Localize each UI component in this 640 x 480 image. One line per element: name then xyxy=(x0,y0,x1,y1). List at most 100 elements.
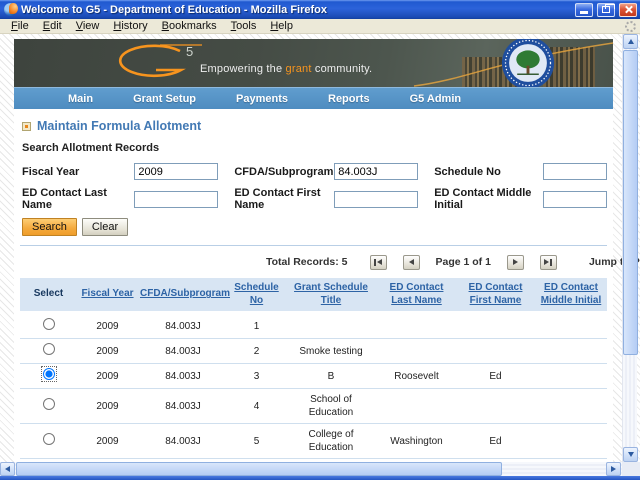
cell-cfda: 84.003J xyxy=(138,389,228,424)
ed-contact-last-name-input[interactable] xyxy=(134,191,218,208)
cell-first-name xyxy=(456,339,535,364)
page-title-bullet-icon xyxy=(22,122,31,131)
cell-schedule-no: 4 xyxy=(228,389,285,424)
next-page-icon xyxy=(513,259,518,265)
schedule-no-input[interactable] xyxy=(543,163,607,180)
menu-help[interactable]: Help xyxy=(263,20,300,32)
ed-contact-first-name-label: ED Contact First Name xyxy=(234,187,334,211)
allotment-results-table: Select Fiscal Year CFDA/Subprogram Sched… xyxy=(20,278,607,459)
prev-page-button[interactable] xyxy=(403,255,420,270)
ed-contact-middle-initial-input[interactable] xyxy=(543,191,607,208)
cell-fiscal-year: 2009 xyxy=(77,313,138,339)
cell-cfda: 84.003J xyxy=(138,424,228,459)
tagline-highlight: grant xyxy=(286,63,312,75)
cell-first-name xyxy=(456,389,535,424)
department-of-education-seal-icon xyxy=(501,39,555,87)
next-page-button[interactable] xyxy=(507,255,524,270)
table-row: 2009 84.003J 5 College of Education Wash… xyxy=(20,424,607,459)
first-page-icon xyxy=(374,259,376,266)
column-header-ed-contact-first-name[interactable]: ED Contact First Name xyxy=(469,282,523,306)
scroll-left-icon xyxy=(5,466,10,472)
vertical-scrollbar[interactable] xyxy=(622,34,637,462)
column-header-grant-schedule-title[interactable]: Grant Schedule Title xyxy=(294,282,368,306)
menu-edit[interactable]: Edit xyxy=(36,20,69,32)
fiscal-year-label: Fiscal Year xyxy=(22,166,134,178)
menu-bar: File Edit View History Bookmarks Tools H… xyxy=(0,19,640,34)
table-row: 2009 84.003J 2 Smoke testing xyxy=(20,339,607,364)
row-select-radio[interactable] xyxy=(43,318,55,330)
cell-schedule-no: 2 xyxy=(228,339,285,364)
column-header-fiscal-year[interactable]: Fiscal Year xyxy=(81,288,133,299)
row-select-radio[interactable] xyxy=(43,368,55,380)
last-page-icon xyxy=(544,259,549,265)
cell-schedule-no: 5 xyxy=(228,424,285,459)
nav-item-payments[interactable]: Payments xyxy=(216,93,308,105)
row-select-radio[interactable] xyxy=(43,398,55,410)
table-row: 2009 84.003J 4 School of Education xyxy=(20,389,607,424)
minimize-icon xyxy=(580,11,588,14)
page-content: 5 Empowering the grant community. Main G… xyxy=(14,39,613,462)
menu-bookmarks[interactable]: Bookmarks xyxy=(155,20,224,32)
close-button[interactable] xyxy=(619,3,637,17)
browser-window: Welcome to G5 - Department of Education … xyxy=(0,0,640,480)
ed-contact-first-name-input[interactable] xyxy=(334,191,418,208)
cell-last-name xyxy=(377,389,456,424)
g5-logo-5: 5 xyxy=(186,44,193,59)
main-panel: Maintain Formula Allotment Search Allotm… xyxy=(14,109,613,462)
cell-first-name: Ed xyxy=(456,364,535,389)
scroll-left-button[interactable] xyxy=(0,462,15,476)
g5-banner: 5 Empowering the grant community. xyxy=(14,39,613,87)
menu-history[interactable]: History xyxy=(106,20,154,32)
menu-view[interactable]: View xyxy=(69,20,107,32)
firefox-icon xyxy=(4,3,17,16)
column-header-cfda-subprogram[interactable]: CFDA/Subprogram xyxy=(140,288,230,299)
first-page-button[interactable] xyxy=(370,255,387,270)
g5-logo: 5 xyxy=(98,41,210,85)
fiscal-year-input[interactable] xyxy=(134,163,218,180)
nav-item-main[interactable]: Main xyxy=(48,93,113,105)
vertical-scrollbar-thumb[interactable] xyxy=(623,50,638,355)
restore-button[interactable] xyxy=(597,3,615,17)
cell-first-name xyxy=(456,313,535,339)
total-records-label: Total Records: 5 xyxy=(266,256,348,268)
search-button[interactable]: Search xyxy=(22,218,77,236)
column-header-ed-contact-middle-initial[interactable]: ED Contact Middle Initial xyxy=(541,282,602,306)
horizontal-scrollbar-thumb[interactable] xyxy=(16,462,502,476)
section-title: Search Allotment Records xyxy=(22,142,607,154)
scrollbar-corner xyxy=(622,462,640,476)
cell-middle-initial xyxy=(535,313,607,339)
cell-fiscal-year: 2009 xyxy=(77,389,138,424)
row-select-radio[interactable] xyxy=(43,343,55,355)
table-header-row: Select Fiscal Year CFDA/Subprogram Sched… xyxy=(20,278,607,313)
cell-title: School of Education xyxy=(285,389,377,424)
last-page-button[interactable] xyxy=(540,255,557,270)
nav-item-grant-setup[interactable]: Grant Setup xyxy=(113,93,216,105)
row-select-radio[interactable] xyxy=(43,433,55,445)
nav-item-g5-admin[interactable]: G5 Admin xyxy=(390,93,482,105)
menu-tools[interactable]: Tools xyxy=(224,20,264,32)
cell-first-name: Ed xyxy=(456,424,535,459)
column-header-select: Select xyxy=(34,288,63,299)
cell-cfda: 84.003J xyxy=(138,313,228,339)
column-header-schedule-no[interactable]: Schedule No xyxy=(234,282,278,306)
scroll-up-button[interactable] xyxy=(623,34,638,49)
page-title: Maintain Formula Allotment xyxy=(37,119,201,133)
cell-title xyxy=(285,313,377,339)
cfda-subprogram-input[interactable] xyxy=(334,163,418,180)
cell-title: College of Education xyxy=(285,424,377,459)
horizontal-scrollbar[interactable] xyxy=(0,462,640,476)
tagline-prefix: Empowering the xyxy=(200,63,286,75)
scroll-right-button[interactable] xyxy=(606,462,621,476)
nav-item-reports[interactable]: Reports xyxy=(308,93,390,105)
column-header-ed-contact-last-name[interactable]: ED Contact Last Name xyxy=(390,282,444,306)
search-form-row-1: Fiscal Year CFDA/Subprogram Schedule No xyxy=(22,163,607,180)
cell-fiscal-year: 2009 xyxy=(77,364,138,389)
menu-file[interactable]: File xyxy=(4,20,36,32)
throbber-icon xyxy=(625,21,636,32)
cfda-subprogram-label: CFDA/Subprogram xyxy=(234,166,334,178)
cell-middle-initial xyxy=(535,389,607,424)
minimize-button[interactable] xyxy=(575,3,593,17)
scroll-down-button[interactable] xyxy=(623,447,638,462)
clear-button[interactable]: Clear xyxy=(82,218,128,236)
prev-page-icon xyxy=(409,259,414,265)
